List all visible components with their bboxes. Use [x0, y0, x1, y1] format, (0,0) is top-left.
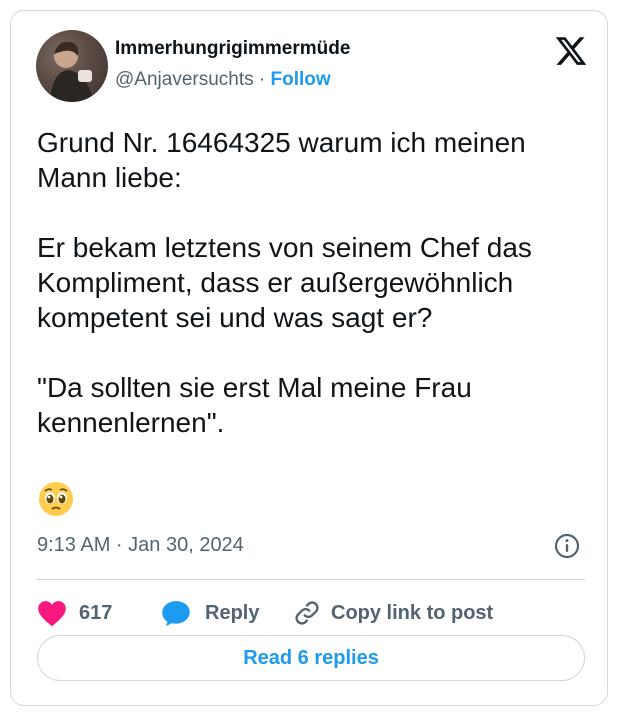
- heart-icon: [38, 601, 66, 627]
- read-replies-button[interactable]: Read 6 replies: [37, 635, 585, 681]
- like-count: 617: [79, 601, 113, 624]
- copy-link-label: Copy link to post: [331, 601, 494, 624]
- avatar[interactable]: [36, 30, 108, 102]
- handle-row: @Anjaversuchts · Follow: [115, 69, 331, 91]
- display-name[interactable]: Immerhungrigimmermüde: [115, 38, 350, 60]
- like-button[interactable]: 617: [37, 593, 112, 633]
- divider: [37, 579, 585, 580]
- reply-bubble-icon: [162, 601, 190, 627]
- tweet-card: Immerhungrigimmermüde @Anjaversuchts · F…: [10, 10, 608, 706]
- timestamp[interactable]: 9:13 AM · Jan 30, 2024: [37, 534, 244, 557]
- reply-label: Reply: [205, 601, 260, 624]
- reply-button[interactable]: Reply: [161, 593, 259, 633]
- copy-link-button[interactable]: Copy link to post: [293, 593, 493, 633]
- user-handle[interactable]: @Anjaversuchts: [115, 69, 254, 90]
- follow-button[interactable]: Follow: [271, 69, 331, 90]
- link-icon: [295, 601, 319, 625]
- tweet-text: Grund Nr. 16464325 warum ich meinen Mann…: [37, 127, 532, 438]
- x-logo-icon[interactable]: [554, 34, 588, 68]
- info-icon[interactable]: [553, 532, 581, 560]
- pleading-face-emoji: [38, 481, 74, 517]
- separator-dot: ·: [258, 69, 266, 90]
